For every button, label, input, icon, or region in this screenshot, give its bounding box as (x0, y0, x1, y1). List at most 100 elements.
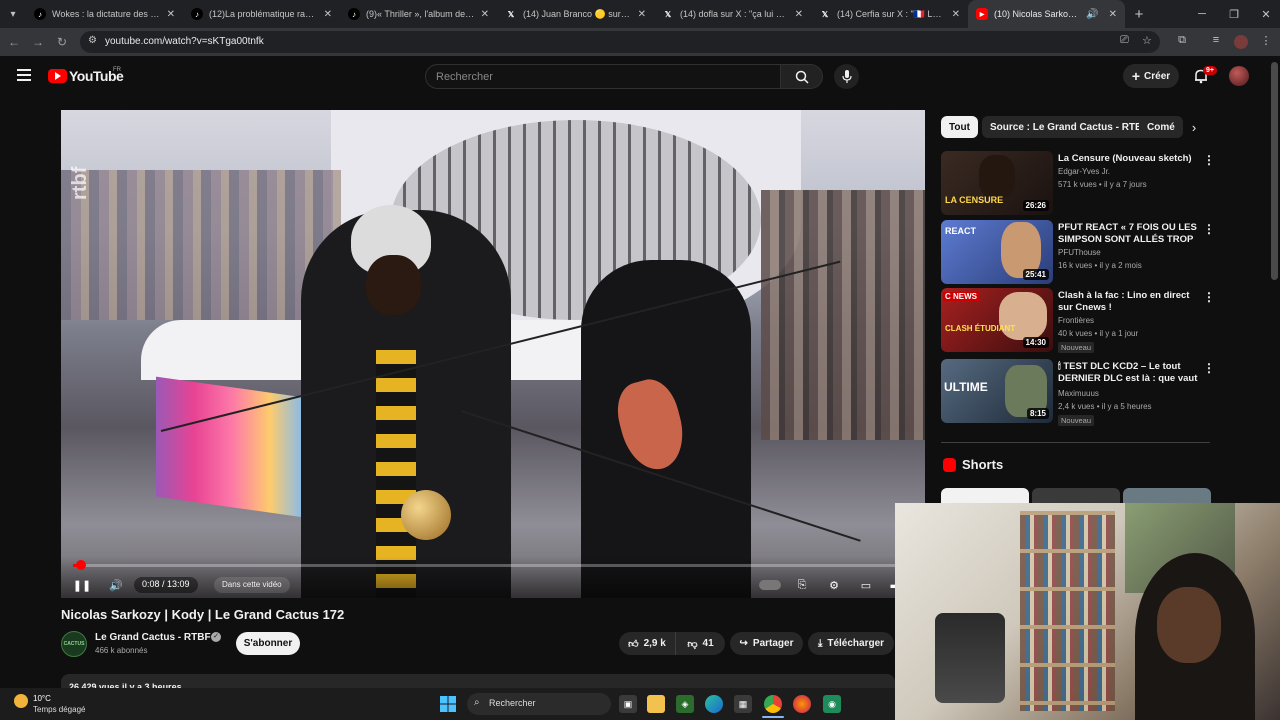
search-placeholder: Rechercher (436, 71, 493, 83)
recommendation-channel[interactable]: PFUThouse (1058, 248, 1101, 257)
chapter-button[interactable]: Dans cette vidéo (214, 577, 290, 593)
chip-all[interactable]: Tout (941, 116, 978, 138)
task-view-icon[interactable]: ▣ (619, 695, 637, 713)
edge-browser-icon[interactable] (705, 695, 723, 713)
video-thumbnail[interactable]: REACT 25:41 (941, 220, 1053, 284)
browser-tab[interactable]: ♪ Wokes : la dictature des bien-p ✕ (26, 0, 183, 28)
video-thumbnail[interactable]: ULTIME 8:15 (941, 359, 1053, 423)
weather-temperature[interactable]: 10°C (33, 694, 51, 703)
windows-start-icon[interactable] (439, 695, 457, 713)
minimize-button[interactable]: ─ (1186, 0, 1218, 28)
back-icon[interactable]: ← (2, 28, 26, 56)
tiktok-icon: ♪ (191, 8, 203, 20)
browser-tab[interactable]: 𝕏 (14) Juan Branco 🟡 sur X : "La ✕ (497, 0, 654, 28)
forward-icon[interactable]: → (26, 28, 50, 56)
dislike-button[interactable]: 👎︎ 41 (675, 632, 725, 655)
chip-comedy[interactable]: Comé (1139, 116, 1183, 138)
menu-kebab-icon[interactable]: ⋮ (1258, 34, 1274, 50)
mute-tab-icon[interactable]: 🔊 (1086, 9, 1098, 20)
media-control-icon[interactable]: ≡ (1208, 34, 1224, 50)
miniplayer-icon[interactable]: ▭ (857, 576, 875, 594)
file-explorer-icon[interactable] (647, 695, 665, 713)
webcam-overlay (895, 503, 1280, 720)
close-window-button[interactable]: ✕ (1250, 0, 1280, 28)
tab-title: (14) Juan Branco 🟡 sur X : "La (523, 8, 632, 19)
recommendation-item[interactable]: LA CENSURE 26:26 La Censure (Nouveau ske… (941, 151, 1216, 215)
weather-description[interactable]: Temps dégagé (33, 705, 85, 714)
browser-tab[interactable]: ♪ (9)« Thriller », l'album de Mich ✕ (340, 0, 497, 28)
address-bar[interactable]: ⚙ youtube.com/watch?v=sKTga00tnfk ⎚ ☆ (80, 31, 1160, 53)
channel-avatar[interactable]: CACTUS (61, 631, 87, 657)
close-tab-icon[interactable]: ✕ (167, 9, 175, 20)
account-avatar[interactable] (1229, 66, 1249, 86)
subscribe-button[interactable]: S'abonner (236, 632, 300, 655)
more-options-icon[interactable]: ⋮ (1203, 222, 1215, 236)
autoplay-toggle[interactable] (758, 576, 782, 594)
recommendation-item[interactable]: C NEWS CLASH ÉTUDIANT 14:30 Clash à la f… (941, 288, 1216, 353)
browser-tab-active[interactable]: ▶ (10) Nicolas Sarkozy | Kody 🔊 ✕ (968, 0, 1125, 28)
profile-avatar[interactable] (1234, 35, 1248, 49)
hamburger-menu-icon[interactable] (17, 69, 31, 81)
chrome-icon[interactable] (764, 695, 782, 713)
recommendation-item[interactable]: REACT 25:41 PFUT REACT « 7 FOIS OU LES S… (941, 220, 1216, 284)
bookmark-star-icon[interactable]: ☆ (1142, 34, 1152, 47)
firefox-icon[interactable] (793, 695, 811, 713)
close-tab-icon[interactable]: ✕ (324, 9, 332, 20)
search-button[interactable] (781, 64, 823, 89)
search-input[interactable]: Rechercher (425, 64, 781, 89)
divider (941, 442, 1210, 443)
recommendation-channel[interactable]: Maximuuus (1058, 389, 1099, 398)
recommendation-title[interactable]: Clash à la fac : Lino en direct sur Cnew… (1058, 290, 1198, 314)
close-tab-icon[interactable]: ✕ (481, 9, 489, 20)
close-tab-icon[interactable]: ✕ (1109, 9, 1117, 20)
recommendation-item[interactable]: ULTIME 8:15 🕯 TEST DLC KCD2 – Le tout DE… (941, 359, 1216, 426)
browser-tab[interactable]: ♪ (12)La problématique raciste d ✕ (183, 0, 340, 28)
recommendation-channel[interactable]: Edgar-Yves Jr. (1058, 167, 1110, 176)
video-thumbnail[interactable]: C NEWS CLASH ÉTUDIANT 14:30 (941, 288, 1053, 352)
app-icon[interactable]: ◉ (823, 695, 841, 713)
chip-source[interactable]: Source : Le Grand Cactus - RTBF (982, 116, 1157, 138)
microsoft-store-icon[interactable]: ▦ (734, 695, 752, 713)
tab-search-icon[interactable]: ▾ (0, 0, 26, 28)
recommendation-title[interactable]: La Censure (Nouveau sketch) (1058, 153, 1198, 165)
recommendation-title[interactable]: 🕯 TEST DLC KCD2 – Le tout DERNIER DLC es… (1058, 361, 1198, 385)
new-tab-button[interactable]: + (1125, 6, 1153, 23)
more-options-icon[interactable]: ⋮ (1203, 290, 1215, 304)
page-scrollbar[interactable] (1271, 62, 1278, 280)
nvidia-icon[interactable]: ◈ (676, 695, 694, 713)
pause-icon[interactable]: ❚❚ (73, 576, 91, 594)
close-tab-icon[interactable]: ✕ (952, 9, 960, 20)
more-options-icon[interactable]: ⋮ (1203, 153, 1215, 167)
share-button[interactable]: ↪ Partager (730, 632, 803, 655)
browser-tab[interactable]: 𝕏 (14) Cerfia sur X : "🇫🇷 Le juge a ✕ (811, 0, 968, 28)
more-options-icon[interactable]: ⋮ (1203, 361, 1215, 375)
download-button[interactable]: ⤓ Télécharger (808, 632, 894, 655)
youtube-logo-icon[interactable] (48, 69, 67, 83)
trumpet-bell (401, 490, 451, 540)
video-player[interactable]: rtbf ❚❚ 🔊 0:08 / 13:09 Dans cette vidéo … (61, 110, 925, 598)
close-tab-icon[interactable]: ✕ (638, 9, 646, 20)
extensions-icon[interactable]: ⧉ (1174, 34, 1190, 50)
progress-scrubber[interactable] (76, 560, 87, 570)
chevron-right-icon[interactable]: › (1183, 116, 1205, 138)
recommendation-title[interactable]: PFUT REACT « 7 FOIS OU LES SIMPSON SONT … (1058, 222, 1198, 246)
subtitles-icon[interactable]: ⎘ (793, 576, 811, 594)
close-tab-icon[interactable]: ✕ (795, 9, 803, 20)
reload-icon[interactable]: ↻ (50, 28, 74, 56)
voice-search-button[interactable] (834, 64, 859, 89)
maximize-button[interactable]: ❐ (1218, 0, 1250, 28)
browser-tab[interactable]: 𝕏 (14) dofla sur X : "ça lui manqu ✕ (654, 0, 811, 28)
create-button[interactable]: + Créer (1123, 64, 1179, 88)
settings-gear-icon[interactable]: ⚙ (825, 576, 843, 594)
volume-icon[interactable]: 🔊 (107, 576, 125, 594)
weather-sun-icon[interactable] (14, 694, 28, 708)
install-app-icon[interactable]: ⎚ (1120, 34, 1129, 47)
video-thumbnail[interactable]: LA CENSURE 26:26 (941, 151, 1053, 215)
progress-bar[interactable] (73, 560, 913, 570)
site-info-icon[interactable]: ⚙ (88, 35, 97, 46)
like-count: 2,9 k (643, 638, 666, 649)
like-button[interactable]: 👍︎ 2,9 k (619, 632, 675, 655)
recommendation-channel[interactable]: Frontières (1058, 316, 1094, 325)
taskbar-search[interactable]: ⌕ Rechercher (467, 693, 611, 715)
channel-name[interactable]: Le Grand Cactus - RTBF (95, 632, 211, 643)
